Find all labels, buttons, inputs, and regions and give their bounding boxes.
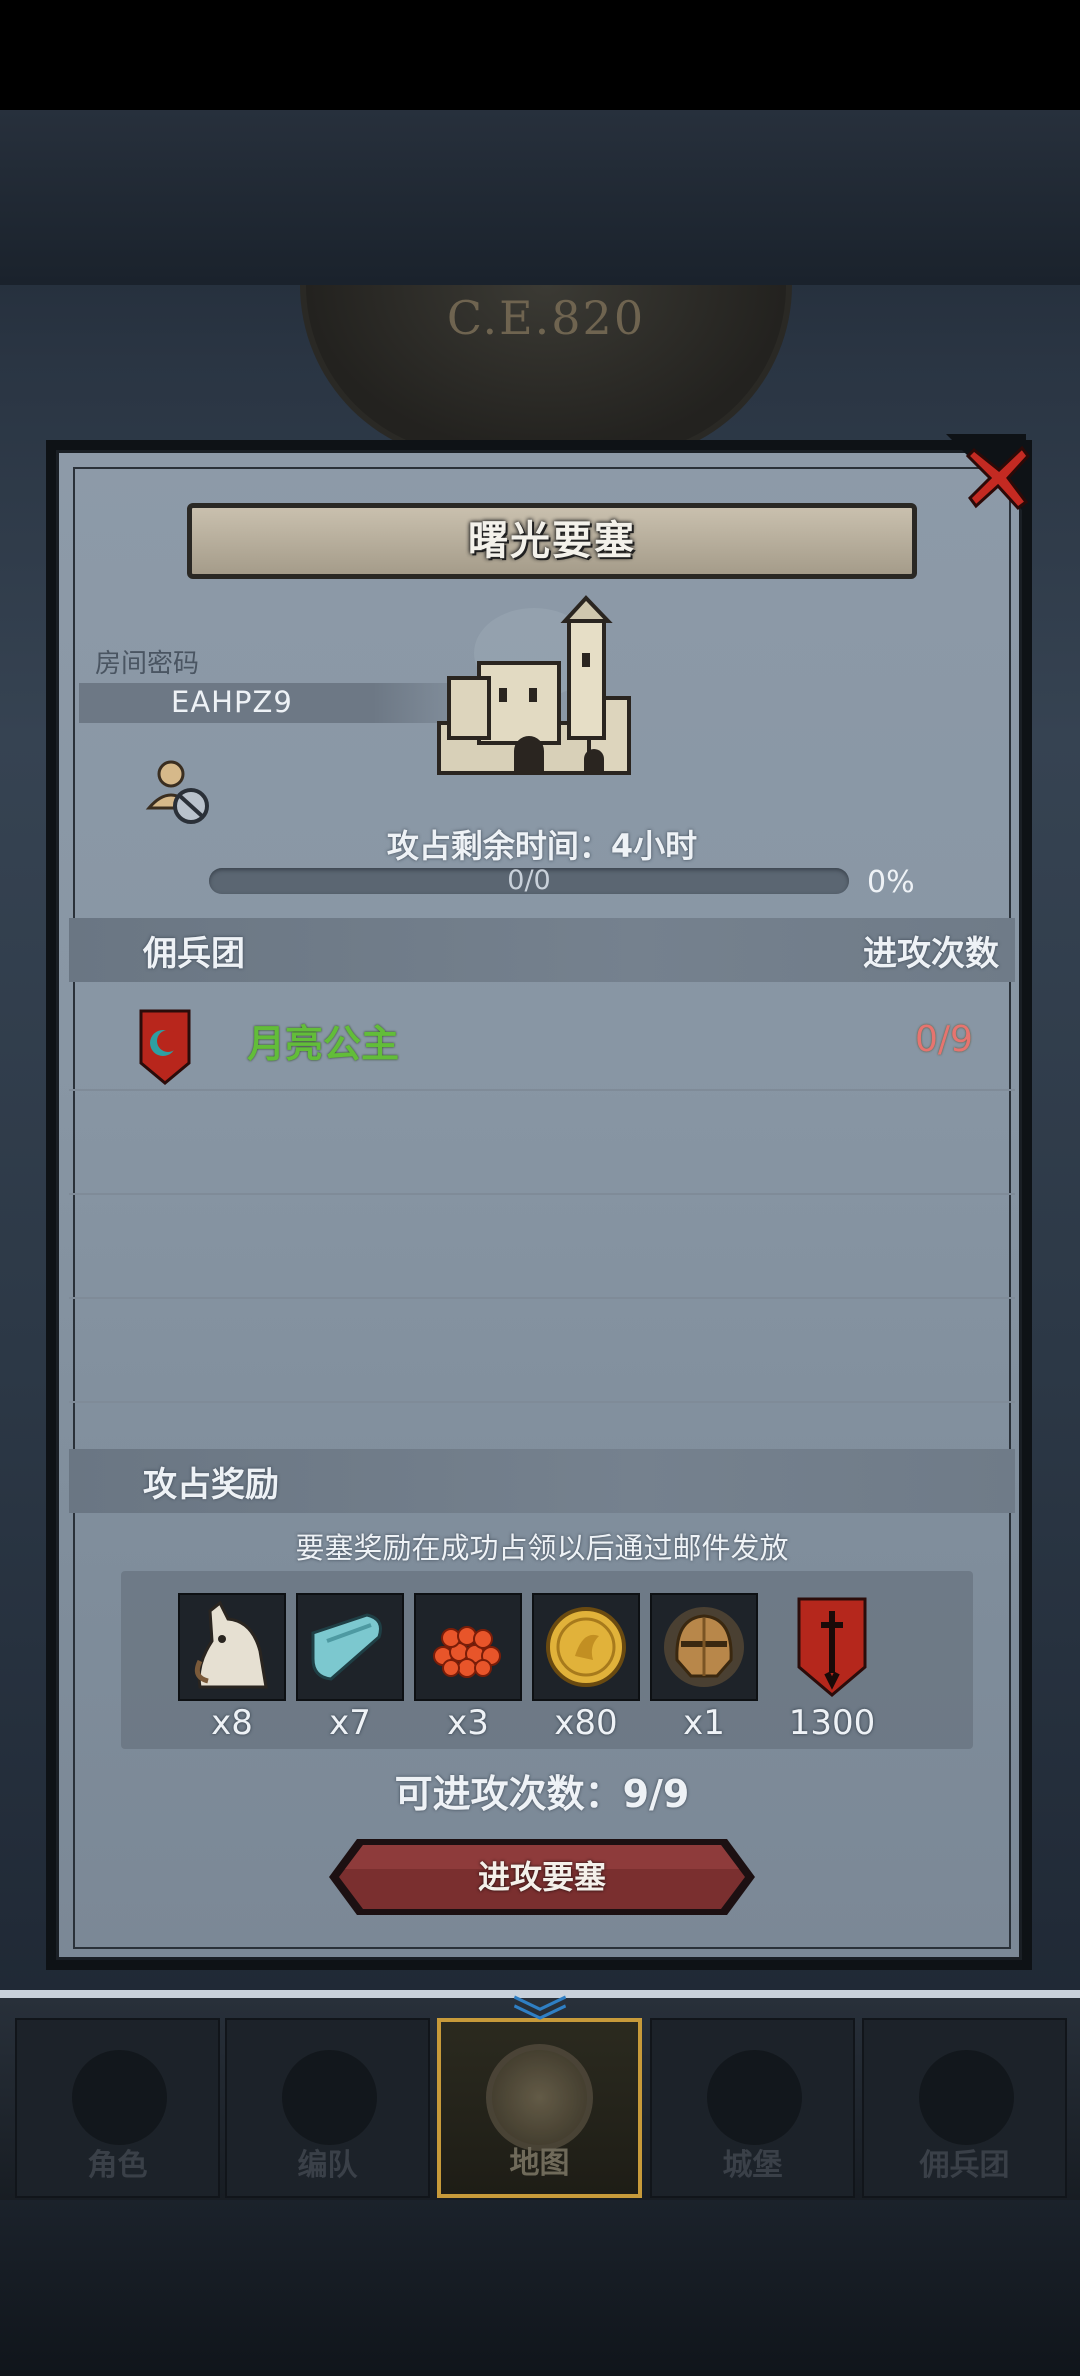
dialog-title: 曙光要塞 [468, 518, 636, 564]
cloth-icon [296, 1593, 404, 1701]
system-nav-area [0, 2200, 1080, 2376]
top-banner-area [0, 110, 1080, 285]
nav-tab-mercenary[interactable]: 佣兵团 [862, 2018, 1067, 2198]
nav-tab-castle[interactable]: 城堡 [650, 2018, 855, 2198]
helmet-icon [650, 1593, 758, 1701]
reward-count: x3 [447, 1703, 489, 1743]
active-tab-chevron-icon: ︾ [512, 1992, 568, 2057]
reward-item[interactable]: x8 [178, 1593, 286, 1743]
map-globe-icon [486, 2044, 593, 2151]
nav-tab-character[interactable]: 角色 [15, 2018, 220, 2198]
reward-item[interactable]: 1300 [778, 1593, 886, 1743]
reward-count: x80 [554, 1703, 618, 1743]
empty-row [69, 1297, 1015, 1403]
close-icon[interactable] [964, 442, 1034, 512]
gold-coin-icon [532, 1593, 640, 1701]
banner-sword-icon [778, 1593, 886, 1701]
era-year: C.E.820 [446, 291, 646, 345]
reward-section-title: 攻占奖励 [143, 1465, 279, 1505]
knight-icon [72, 2050, 167, 2145]
nav-label: 城堡 [722, 2148, 783, 2183]
reward-item[interactable]: x3 [414, 1593, 522, 1743]
nav-tab-formation[interactable]: 编队 [225, 2018, 430, 2198]
mercenary-icon [919, 2050, 1014, 2145]
reward-item[interactable]: x80 [532, 1593, 640, 1743]
reward-count: 1300 [788, 1703, 876, 1743]
capture-progress-bar: 0/0 [209, 865, 849, 896]
fortress-dialog: 曙光要塞 房间密码 EAHPZ9 攻占剩余时间：4小时 0/0 0% 佣兵团 进… [46, 434, 1034, 1970]
dialog-panel: 曙光要塞 房间密码 EAHPZ9 攻占剩余时间：4小时 0/0 0% 佣兵团 进… [56, 450, 1022, 1960]
progress-text: 0/0 [507, 865, 551, 896]
reward-section-header: 攻占奖励 [69, 1449, 1015, 1513]
fortress-castle-icon [437, 595, 631, 775]
mercenary-name: 月亮公主 [247, 1022, 400, 1066]
reward-list: x8 x7 x3 x80 x1 1300 [121, 1571, 973, 1749]
reward-count: x1 [683, 1703, 725, 1743]
guild-emblem-icon [139, 1009, 191, 1085]
helmet-team-icon [282, 2050, 377, 2145]
attack-button-label: 进攻要塞 [477, 1858, 606, 1896]
reward-item[interactable]: x1 [650, 1593, 758, 1743]
empty-row [69, 1089, 1015, 1195]
nav-label: 编队 [297, 2148, 358, 2183]
reward-count: x7 [329, 1703, 371, 1743]
room-code[interactable]: EAHPZ9 [171, 685, 293, 719]
room-password-label: 房间密码 [95, 649, 200, 679]
reward-note: 要塞奖励在成功占领以后通过邮件发放 [295, 1531, 789, 1565]
horse-icon [178, 1593, 286, 1701]
mercenary-row[interactable]: 月亮公主 0/9 [69, 985, 1015, 1091]
nav-label: 地图 [509, 2146, 570, 2181]
attack-count-column-title: 进攻次数 [863, 934, 999, 974]
attack-attempts-remaining: 可进攻次数：9/9 [394, 1772, 690, 1816]
title-banner: 曙光要塞 [187, 503, 917, 579]
nav-label: 角色 [87, 2148, 148, 2183]
status-bar-area [0, 0, 1080, 110]
no-user-icon[interactable] [145, 758, 217, 830]
mercenary-section-header: 佣兵团 进攻次数 [69, 918, 1015, 982]
castle-icon [707, 2050, 802, 2145]
reward-count: x8 [211, 1703, 253, 1743]
mercenary-section-title: 佣兵团 [143, 934, 245, 974]
attack-fortress-button[interactable]: 进攻要塞 [327, 1837, 757, 1917]
reward-item[interactable]: x7 [296, 1593, 404, 1743]
capture-time-remaining: 攻占剩余时间：4小时 [386, 827, 698, 865]
nav-label: 佣兵团 [919, 2148, 1010, 2183]
empty-row [69, 1193, 1015, 1299]
caviar-icon [414, 1593, 522, 1701]
progress-percent: 0% [867, 865, 915, 900]
mercenary-attack-count: 0/9 [915, 1019, 973, 1060]
